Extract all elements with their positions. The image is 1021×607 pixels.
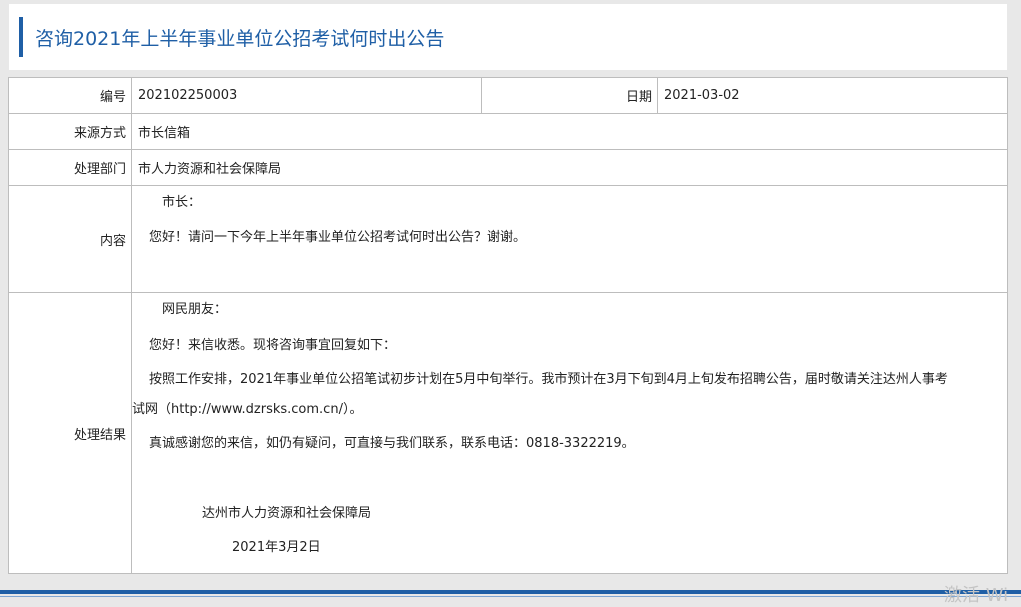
row-result: 处理结果 网民朋友： 您好！来信收悉。现将咨询事宜回复如下： 按照工作安排，20… <box>8 292 1008 574</box>
row-content: 内容 市长： 您好！请问一下今年上半年事业单位公招考试何时出公告？谢谢。 <box>8 185 1008 293</box>
date-label: 日期 <box>481 77 658 114</box>
row-number-date: 编号 202102250003 日期 2021-03-02 <box>8 77 1008 114</box>
result-label: 处理结果 <box>8 292 132 574</box>
letter-detail-table: 编号 202102250003 日期 2021-03-02 来源方式 市长信箱 … <box>8 77 1008 574</box>
date-value: 2021-03-02 <box>657 77 1008 114</box>
result-cell: 网民朋友： 您好！来信收悉。现将咨询事宜回复如下： 按照工作安排，2021年事业… <box>131 292 1008 574</box>
dept-value: 市人力资源和社会保障局 <box>131 149 1008 186</box>
content-label: 内容 <box>8 185 132 293</box>
result-sign-date: 2021年3月2日 <box>232 540 321 555</box>
result-line2a: 按照工作安排，2021年事业单位公招笔试初步计划在5月中旬举行。我市预计在3月下… <box>149 372 948 387</box>
dept-label: 处理部门 <box>8 149 132 186</box>
title-bar: 咨询2021年上半年事业单位公招考试何时出公告 <box>9 4 1007 70</box>
result-salutation: 网民朋友： <box>162 302 228 317</box>
result-line1: 您好！来信收悉。现将咨询事宜回复如下： <box>149 338 397 353</box>
title-accent-bar <box>19 17 23 57</box>
result-line2b: 试网（http://www.dzrsks.com.cn/）。 <box>132 402 363 417</box>
number-label: 编号 <box>8 77 132 114</box>
content-body: 您好！请问一下今年上半年事业单位公招考试何时出公告？谢谢。 <box>149 230 527 245</box>
activation-watermark: 激活 Wi <box>944 585 1009 606</box>
row-source: 来源方式 市长信箱 <box>8 113 1008 150</box>
content-salutation: 市长： <box>162 195 202 210</box>
content-cell: 市长： 您好！请问一下今年上半年事业单位公招考试何时出公告？谢谢。 <box>131 185 1008 293</box>
result-signature: 达州市人力资源和社会保障局 <box>202 506 372 521</box>
page-title: 咨询2021年上半年事业单位公招考试何时出公告 <box>35 28 445 50</box>
bottom-divider <box>0 590 1021 594</box>
source-label: 来源方式 <box>8 113 132 150</box>
source-value: 市长信箱 <box>131 113 1008 150</box>
result-line3: 真诚感谢您的来信，如仍有疑问，可直接与我们联系，联系电话：0818-332221… <box>149 436 635 451</box>
number-value: 202102250003 <box>131 77 482 114</box>
row-dept: 处理部门 市人力资源和社会保障局 <box>8 149 1008 186</box>
bottom-divider-thin <box>0 596 1021 597</box>
